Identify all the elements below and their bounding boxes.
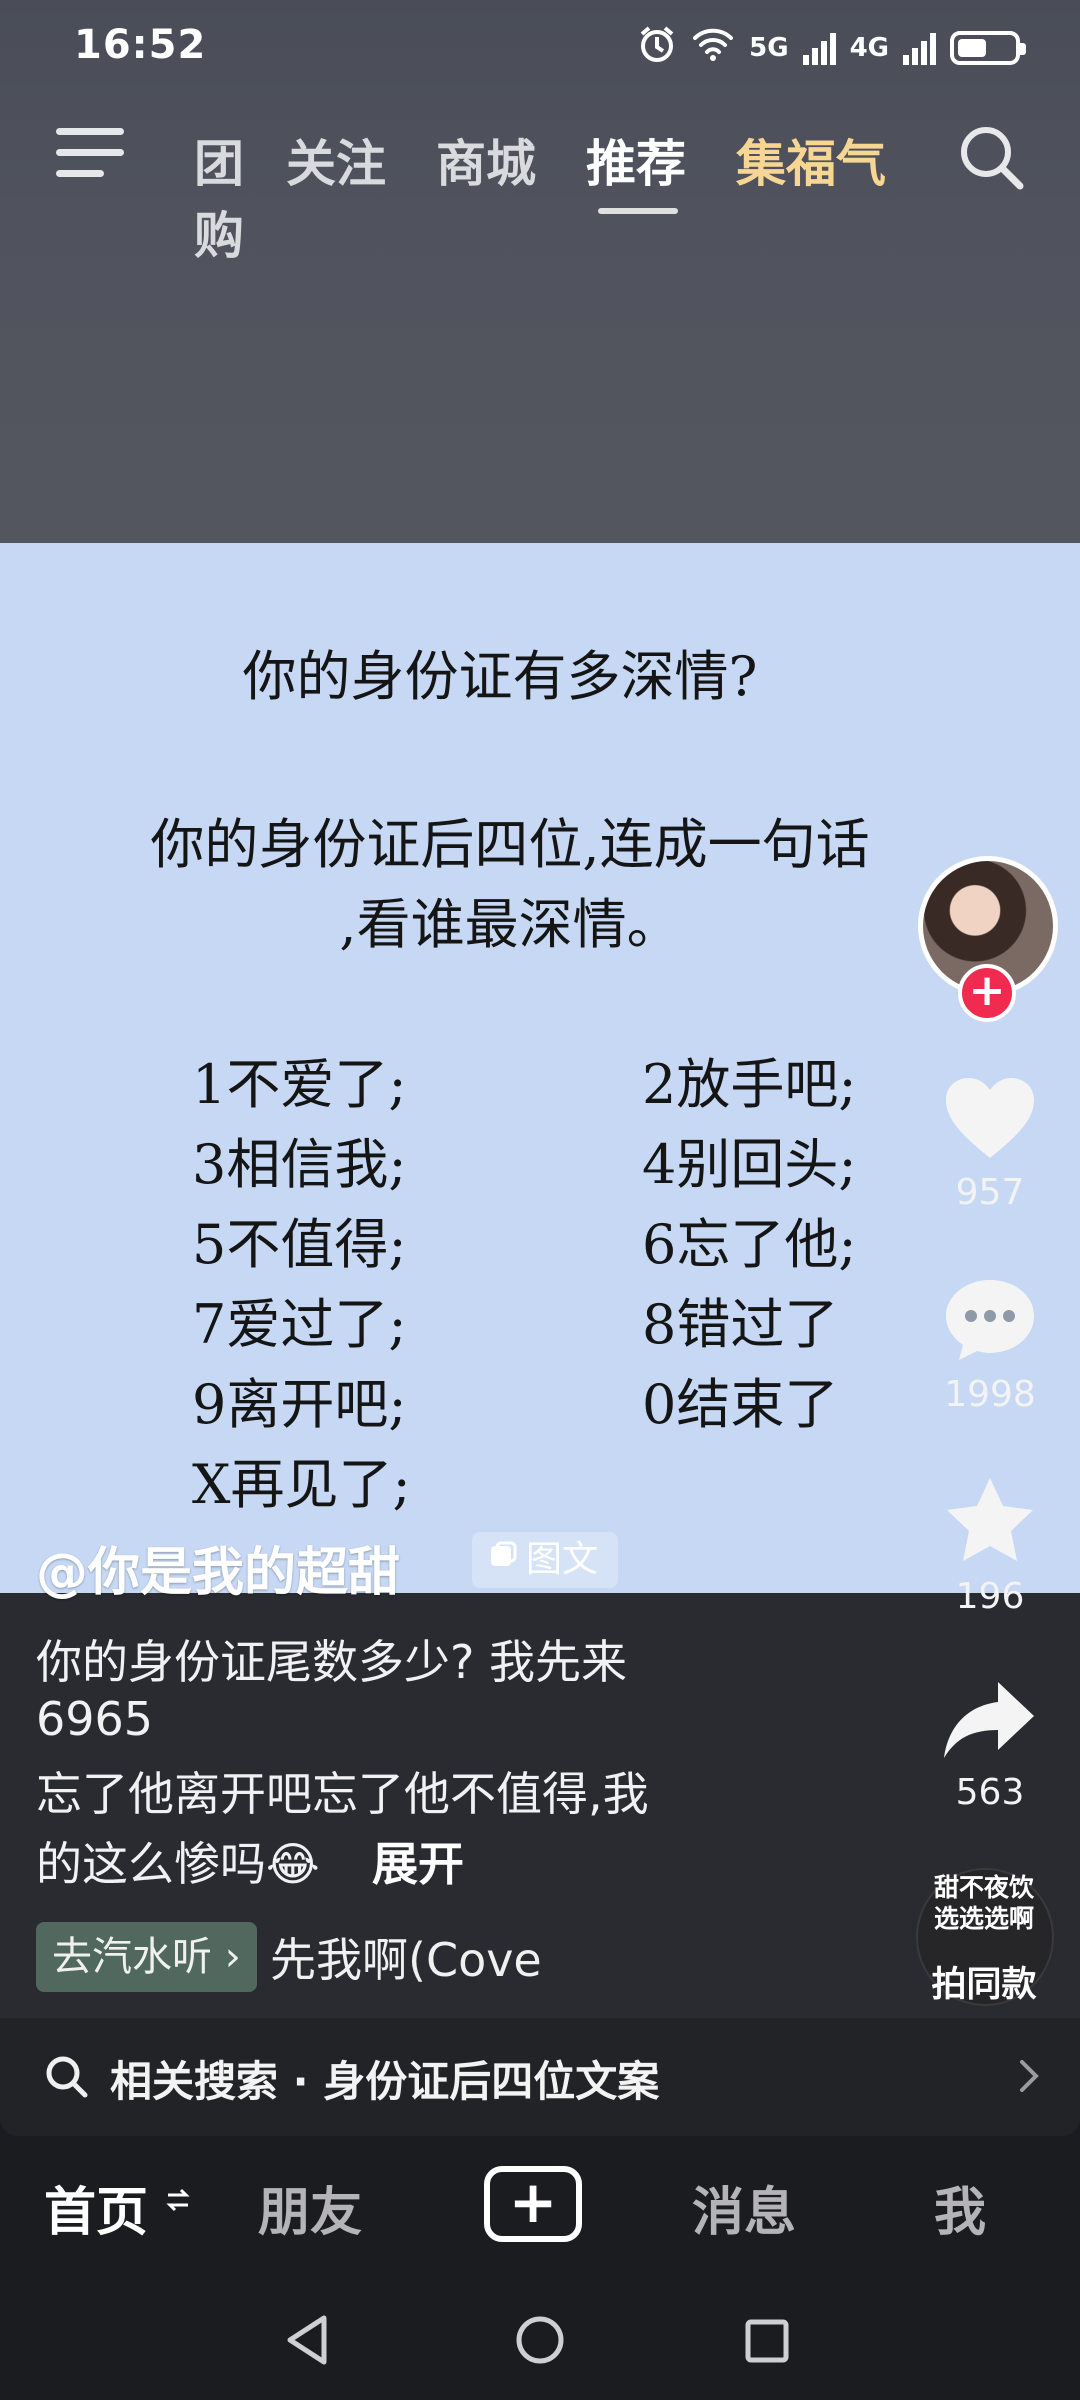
description-line: 你的身份证尾数多少? 我先来 — [36, 1635, 628, 1689]
same-style-caption: 甜不夜饮 选选选啊 — [933, 1873, 1034, 1933]
code-item: 3相信我; — [192, 1133, 407, 1196]
status-time: 16:52 — [74, 22, 207, 68]
expand-button[interactable]: 展开 — [372, 1828, 464, 1894]
tab-following[interactable]: 关注 — [286, 124, 386, 196]
tab-mall[interactable]: 商城 — [436, 124, 536, 196]
related-search-text[interactable]: 相关搜索 · 身份证后四位文案 — [110, 2048, 659, 2109]
card-title: 你的身份证有多深情? — [242, 645, 758, 708]
switch-arrows-icon — [166, 2186, 190, 2218]
code-item: 8错过了 — [642, 1293, 839, 1356]
card-line-2: ,看谁最深情。 — [339, 893, 681, 956]
signal-5g-icon — [802, 31, 836, 65]
share-count: 563 — [955, 1772, 1025, 1813]
nav-me[interactable]: 我 — [934, 2170, 986, 2245]
code-item: 1不爱了; — [192, 1053, 407, 1116]
music-title[interactable]: 先我啊(Cove — [270, 1924, 542, 1990]
nav-home[interactable]: 首页 — [44, 2170, 148, 2245]
same-style-label[interactable]: 拍同款 — [904, 1956, 1064, 2007]
search-icon[interactable] — [956, 122, 1028, 194]
post-type-label: 图文 — [526, 1539, 599, 1580]
favorite-count: 196 — [955, 1576, 1025, 1617]
home-circle-icon[interactable] — [514, 2314, 566, 2370]
net-4g-label: 4G — [849, 32, 889, 63]
tab-recommend[interactable]: 推荐 — [586, 124, 686, 196]
code-item: 7爱过了; — [192, 1293, 407, 1356]
nav-messages[interactable]: 消息 — [692, 2170, 796, 2245]
alarm-icon — [637, 24, 677, 71]
code-item: 2放手吧; — [642, 1053, 857, 1116]
menu-icon[interactable] — [56, 128, 124, 184]
share-arrow-icon[interactable] — [940, 1672, 1040, 1772]
create-plus-button[interactable]: + — [484, 2166, 582, 2242]
author-name[interactable]: @你是我的超甜 — [36, 1530, 400, 1605]
code-item: X再见了; — [192, 1453, 411, 1516]
post-type-badge: 图文 — [472, 1532, 619, 1588]
description-line: 忘了他离开吧忘了他不值得,我 — [36, 1767, 649, 1821]
comment-bubble-icon[interactable] — [940, 1270, 1040, 1370]
signal-4g-icon — [903, 31, 936, 65]
comment-count: 1998 — [944, 1374, 1036, 1415]
nav-friends[interactable]: 朋友 — [258, 2170, 362, 2245]
recents-square-icon[interactable] — [744, 2318, 790, 2368]
tab-group-buy[interactable]: 团购 — [156, 124, 244, 268]
net-5g-label: 5G — [749, 32, 789, 63]
code-item: 0结束了 — [642, 1373, 839, 1436]
code-item: 6忘了他; — [642, 1213, 857, 1276]
favorite-star-icon[interactable] — [940, 1472, 1040, 1572]
music-source-tag[interactable]: 去汽水听 › — [36, 1922, 257, 1992]
image-text-icon — [488, 1532, 518, 1588]
code-item: 4别回头; — [642, 1133, 857, 1196]
wifi-icon — [691, 26, 735, 69]
chevron-right-icon — [1014, 2056, 1042, 2100]
back-triangle-icon[interactable] — [282, 2312, 332, 2372]
code-item: 9离开吧; — [192, 1373, 407, 1436]
top-header — [0, 0, 1080, 543]
tab-collect-fortune[interactable]: 集福气 — [736, 124, 886, 196]
like-heart-icon[interactable] — [940, 1070, 1040, 1170]
battery-icon — [950, 30, 1026, 65]
status-icons: 5G 4G — [637, 24, 1026, 71]
follow-plus-icon[interactable]: + — [958, 964, 1016, 1022]
like-count: 957 — [955, 1172, 1025, 1213]
description-line: 6965 — [36, 1692, 154, 1746]
description-line: 的这么惨吗😂 — [36, 1837, 320, 1891]
code-item: 5不值得; — [192, 1213, 407, 1276]
active-tab-indicator — [598, 208, 678, 214]
search-icon — [44, 2054, 90, 2104]
card-line-1: 你的身份证后四位,连成一句话 — [150, 813, 870, 876]
